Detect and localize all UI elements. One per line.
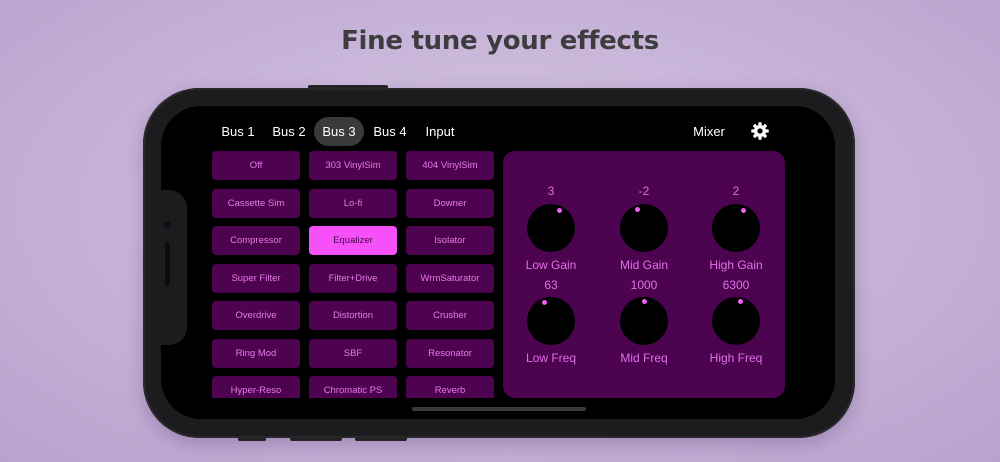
high-gain-knob[interactable] <box>712 204 760 252</box>
fx-distortion[interactable]: Distortion <box>309 301 397 330</box>
fx-chromatic-ps[interactable]: Chromatic PS <box>309 376 397 398</box>
fx-overdrive[interactable]: Overdrive <box>212 301 300 330</box>
notch-speaker <box>165 242 170 286</box>
home-indicator[interactable] <box>412 407 586 411</box>
fx-resonator[interactable]: Resonator <box>406 339 494 368</box>
tab-bus-3[interactable]: Bus 3 <box>314 117 364 146</box>
low-gain-value: 3 <box>547 184 555 198</box>
low-freq-knob[interactable] <box>527 297 575 345</box>
headline: Fine tune your effects <box>341 26 659 56</box>
gear-icon[interactable] <box>750 121 770 141</box>
knob-indicator <box>557 208 562 213</box>
knob-indicator <box>635 207 640 212</box>
tab-input[interactable]: Input <box>420 117 460 146</box>
fx-super-filter[interactable]: Super Filter <box>212 264 300 293</box>
mid-gain-knob[interactable] <box>620 204 668 252</box>
fx-equalizer[interactable]: Equalizer <box>309 226 397 255</box>
tab-bus-1[interactable]: Bus 1 <box>218 117 258 146</box>
fx-wrm-saturator[interactable]: WrmSaturator <box>406 264 494 293</box>
fx-reverb[interactable]: Reverb <box>406 376 494 398</box>
fx-404-vinylsim[interactable]: 404 VinylSim <box>406 151 494 180</box>
phone-side-button <box>238 437 266 441</box>
front-camera <box>164 221 171 228</box>
low-gain-label: Low Gain <box>525 258 577 272</box>
fx-filter-drive[interactable]: Filter+Drive <box>309 264 397 293</box>
fx-303-vinylsim[interactable]: 303 VinylSim <box>309 151 397 180</box>
mid-freq-label: Mid Freq <box>620 351 668 365</box>
fx-downer[interactable]: Downer <box>406 189 494 218</box>
mid-freq-value: 1000 <box>630 278 658 292</box>
high-freq-label: High Freq <box>709 351 763 365</box>
knob-indicator <box>642 299 647 304</box>
low-freq-label: Low Freq <box>525 351 577 365</box>
fx-isolator[interactable]: Isolator <box>406 226 494 255</box>
fx-sbf[interactable]: SBF <box>309 339 397 368</box>
phone-side-button <box>308 85 388 89</box>
knob-indicator <box>542 300 547 305</box>
high-gain-value: 2 <box>732 184 740 198</box>
mid-gain-label: Mid Gain <box>619 258 669 272</box>
fx-cassette-sim[interactable]: Cassette Sim <box>212 189 300 218</box>
mixer-button[interactable]: Mixer <box>689 117 729 146</box>
high-freq-knob[interactable] <box>712 297 760 345</box>
fx-ring-mod[interactable]: Ring Mod <box>212 339 300 368</box>
high-freq-value: 6300 <box>722 278 750 292</box>
tab-bus-2[interactable]: Bus 2 <box>268 117 310 146</box>
fx-off[interactable]: Off <box>212 151 300 180</box>
mid-gain-value: -2 <box>638 184 650 198</box>
knob-indicator <box>738 299 743 304</box>
high-gain-label: High Gain <box>709 258 763 272</box>
low-gain-knob[interactable] <box>527 204 575 252</box>
phone-side-button <box>355 437 407 441</box>
fx-hyper-reso[interactable]: Hyper-Reso <box>212 376 300 398</box>
phone-side-button <box>290 437 342 441</box>
mid-freq-knob[interactable] <box>620 297 668 345</box>
knob-indicator <box>741 208 746 213</box>
tab-bus-4[interactable]: Bus 4 <box>369 117 411 146</box>
low-freq-value: 63 <box>544 278 558 292</box>
fx-crusher[interactable]: Crusher <box>406 301 494 330</box>
fx-compressor[interactable]: Compressor <box>212 226 300 255</box>
fx-lo-fi[interactable]: Lo-fi <box>309 189 397 218</box>
